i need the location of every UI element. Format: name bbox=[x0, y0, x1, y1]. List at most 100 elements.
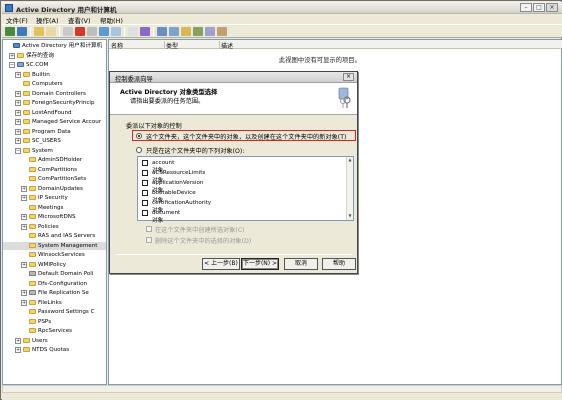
tree-item[interactable]: Meetings bbox=[3, 204, 106, 212]
expand-icon[interactable]: + bbox=[15, 71, 21, 78]
tree-item-label: FileLinks bbox=[38, 299, 62, 306]
tree-item[interactable]: + Program Data bbox=[3, 128, 106, 136]
tree-item[interactable]: + FileLinks bbox=[3, 299, 106, 307]
minimize-button[interactable]: – bbox=[520, 3, 532, 12]
scroll-up-icon[interactable]: ▲ bbox=[347, 157, 353, 163]
tree-item[interactable]: + 保存的查询 bbox=[3, 52, 106, 60]
expand-icon[interactable]: + bbox=[21, 299, 27, 306]
expand-icon[interactable]: + bbox=[21, 223, 27, 230]
object-checkbox[interactable] bbox=[142, 210, 148, 216]
cancel-button[interactable]: 取消 bbox=[284, 258, 318, 270]
collapse-icon[interactable]: − bbox=[9, 62, 15, 68]
help-icon[interactable] bbox=[140, 27, 150, 36]
tree-item[interactable]: + Policies bbox=[3, 223, 106, 231]
tree-item[interactable]: + ForeignSecurityPrincip bbox=[3, 99, 106, 107]
copy-icon[interactable] bbox=[63, 27, 73, 36]
close-button[interactable]: × bbox=[546, 3, 558, 12]
tree-item[interactable]: + DomainUpdates bbox=[3, 185, 106, 193]
create-selected-checkbox[interactable] bbox=[146, 226, 152, 232]
scroll-down-icon[interactable]: ▼ bbox=[347, 213, 353, 219]
tree-item[interactable]: Password Settings C bbox=[3, 308, 106, 316]
tree-item[interactable]: + Domain Controllers bbox=[3, 90, 106, 98]
expand-icon[interactable]: + bbox=[9, 52, 15, 59]
column-name[interactable]: 名称 bbox=[111, 41, 165, 50]
tree-item[interactable]: − SC.COM bbox=[3, 61, 106, 69]
column-type[interactable]: 类型 bbox=[166, 41, 220, 50]
tree-item[interactable]: − System bbox=[3, 147, 106, 155]
tree-item[interactable]: Computers bbox=[3, 80, 106, 88]
expand-icon[interactable]: + bbox=[15, 138, 21, 144]
next-button[interactable]: 下一步(N) > bbox=[241, 258, 279, 270]
show-tree-icon[interactable] bbox=[46, 27, 56, 36]
maximize-button[interactable]: □ bbox=[533, 3, 545, 12]
object-checkbox[interactable] bbox=[142, 190, 148, 196]
collapse-icon[interactable]: − bbox=[15, 147, 21, 154]
expand-icon[interactable]: + bbox=[15, 337, 21, 344]
expand-icon[interactable]: + bbox=[15, 100, 21, 106]
horizontal-scrollbar[interactable] bbox=[2, 385, 562, 393]
tree-item[interactable]: AdminSDHolder bbox=[3, 156, 106, 164]
tree-item[interactable]: RAS and IAS Servers bbox=[3, 232, 106, 240]
console-tree[interactable]: Active Directory 用户和计算机 + 保存的查询 − SC.COM + Bui… bbox=[2, 39, 107, 385]
object-list-scrollbar[interactable]: ▲ ▼ bbox=[346, 157, 353, 220]
object-checkbox[interactable] bbox=[142, 200, 148, 206]
option-only-radio[interactable] bbox=[136, 147, 142, 153]
expand-icon[interactable]: + bbox=[21, 261, 27, 268]
expand-icon[interactable]: + bbox=[21, 195, 27, 201]
column-description[interactable]: 描述 bbox=[221, 41, 561, 50]
delete-selected-checkbox[interactable] bbox=[146, 237, 152, 243]
tree-item[interactable]: + Builtin bbox=[3, 71, 106, 79]
console-icon[interactable] bbox=[128, 27, 138, 36]
object-checkbox[interactable] bbox=[142, 170, 148, 176]
tree-item[interactable]: + IP Security bbox=[3, 194, 106, 202]
tree-item[interactable]: RpcServices bbox=[3, 327, 106, 335]
tree-item[interactable]: ComPartitions bbox=[3, 166, 106, 174]
expand-icon[interactable]: + bbox=[21, 290, 27, 296]
expand-icon[interactable]: + bbox=[15, 119, 21, 125]
new-ou-icon[interactable] bbox=[181, 27, 191, 36]
expand-icon[interactable]: + bbox=[15, 128, 21, 135]
tree-item[interactable]: + Users bbox=[3, 337, 106, 345]
back-icon[interactable] bbox=[5, 27, 15, 36]
up-folder-icon[interactable] bbox=[34, 27, 44, 36]
tree-item[interactable]: Default Domain Poli bbox=[3, 270, 106, 278]
back-button[interactable]: < 上一步(B) bbox=[202, 258, 240, 270]
tree-item[interactable]: Dfs-Configuration bbox=[3, 280, 106, 288]
tree-item[interactable]: + File Replication Se bbox=[3, 289, 106, 297]
object-type-list[interactable]: account 对象 aCSResourceLimits 对象 applicat… bbox=[137, 156, 354, 224]
dialog-close-button[interactable]: × bbox=[343, 73, 354, 81]
delete-icon[interactable] bbox=[75, 27, 85, 36]
option-folder-label[interactable]: 这个文件夹，这个文件夹中的对象，以及创建在这个文件夹中的新对象(T) bbox=[146, 132, 346, 141]
tree-item[interactable]: Active Directory 用户和计算机 bbox=[3, 42, 106, 50]
help-button[interactable]: 帮助 bbox=[322, 258, 356, 270]
export-icon[interactable] bbox=[111, 27, 121, 36]
filter-icon[interactable] bbox=[193, 27, 203, 36]
expand-icon[interactable]: + bbox=[15, 347, 21, 353]
tree-item[interactable]: + MicrosoftDNS bbox=[3, 213, 106, 221]
option-only-label[interactable]: 只是在这个文件夹中的下列对象(O): bbox=[146, 146, 244, 155]
option-folder-radio[interactable] bbox=[136, 133, 142, 139]
forward-icon[interactable] bbox=[17, 27, 27, 36]
new-group-icon[interactable] bbox=[169, 27, 179, 36]
tree-item[interactable]: + NTDS Quotas bbox=[3, 346, 106, 354]
tree-item[interactable]: ComPartitionSets bbox=[3, 175, 106, 183]
expand-icon[interactable]: + bbox=[21, 185, 27, 192]
object-checkbox[interactable] bbox=[142, 180, 148, 186]
add-to-group-icon[interactable] bbox=[217, 27, 227, 36]
expand-icon[interactable]: + bbox=[15, 90, 21, 97]
refresh-icon[interactable] bbox=[99, 27, 109, 36]
find-icon[interactable] bbox=[205, 27, 215, 36]
tree-item[interactable]: PSPs bbox=[3, 318, 106, 326]
tree-item[interactable]: System Management bbox=[3, 241, 106, 250]
properties-icon[interactable] bbox=[87, 27, 97, 36]
tree-item[interactable]: WinsockServices bbox=[3, 251, 106, 259]
object-checkbox[interactable] bbox=[142, 160, 148, 166]
tree-item[interactable]: + LostAndFound bbox=[3, 109, 106, 117]
tree-item[interactable]: + Managed Service Accour bbox=[3, 118, 106, 126]
expand-icon[interactable]: + bbox=[21, 214, 27, 220]
tree-item[interactable]: + WMIPolicy bbox=[3, 261, 106, 269]
new-user-icon[interactable] bbox=[157, 27, 167, 36]
tree-item-label: Managed Service Accour bbox=[32, 119, 102, 125]
tree-item[interactable]: + SC_USERS bbox=[3, 137, 106, 145]
expand-icon[interactable]: + bbox=[15, 109, 21, 116]
